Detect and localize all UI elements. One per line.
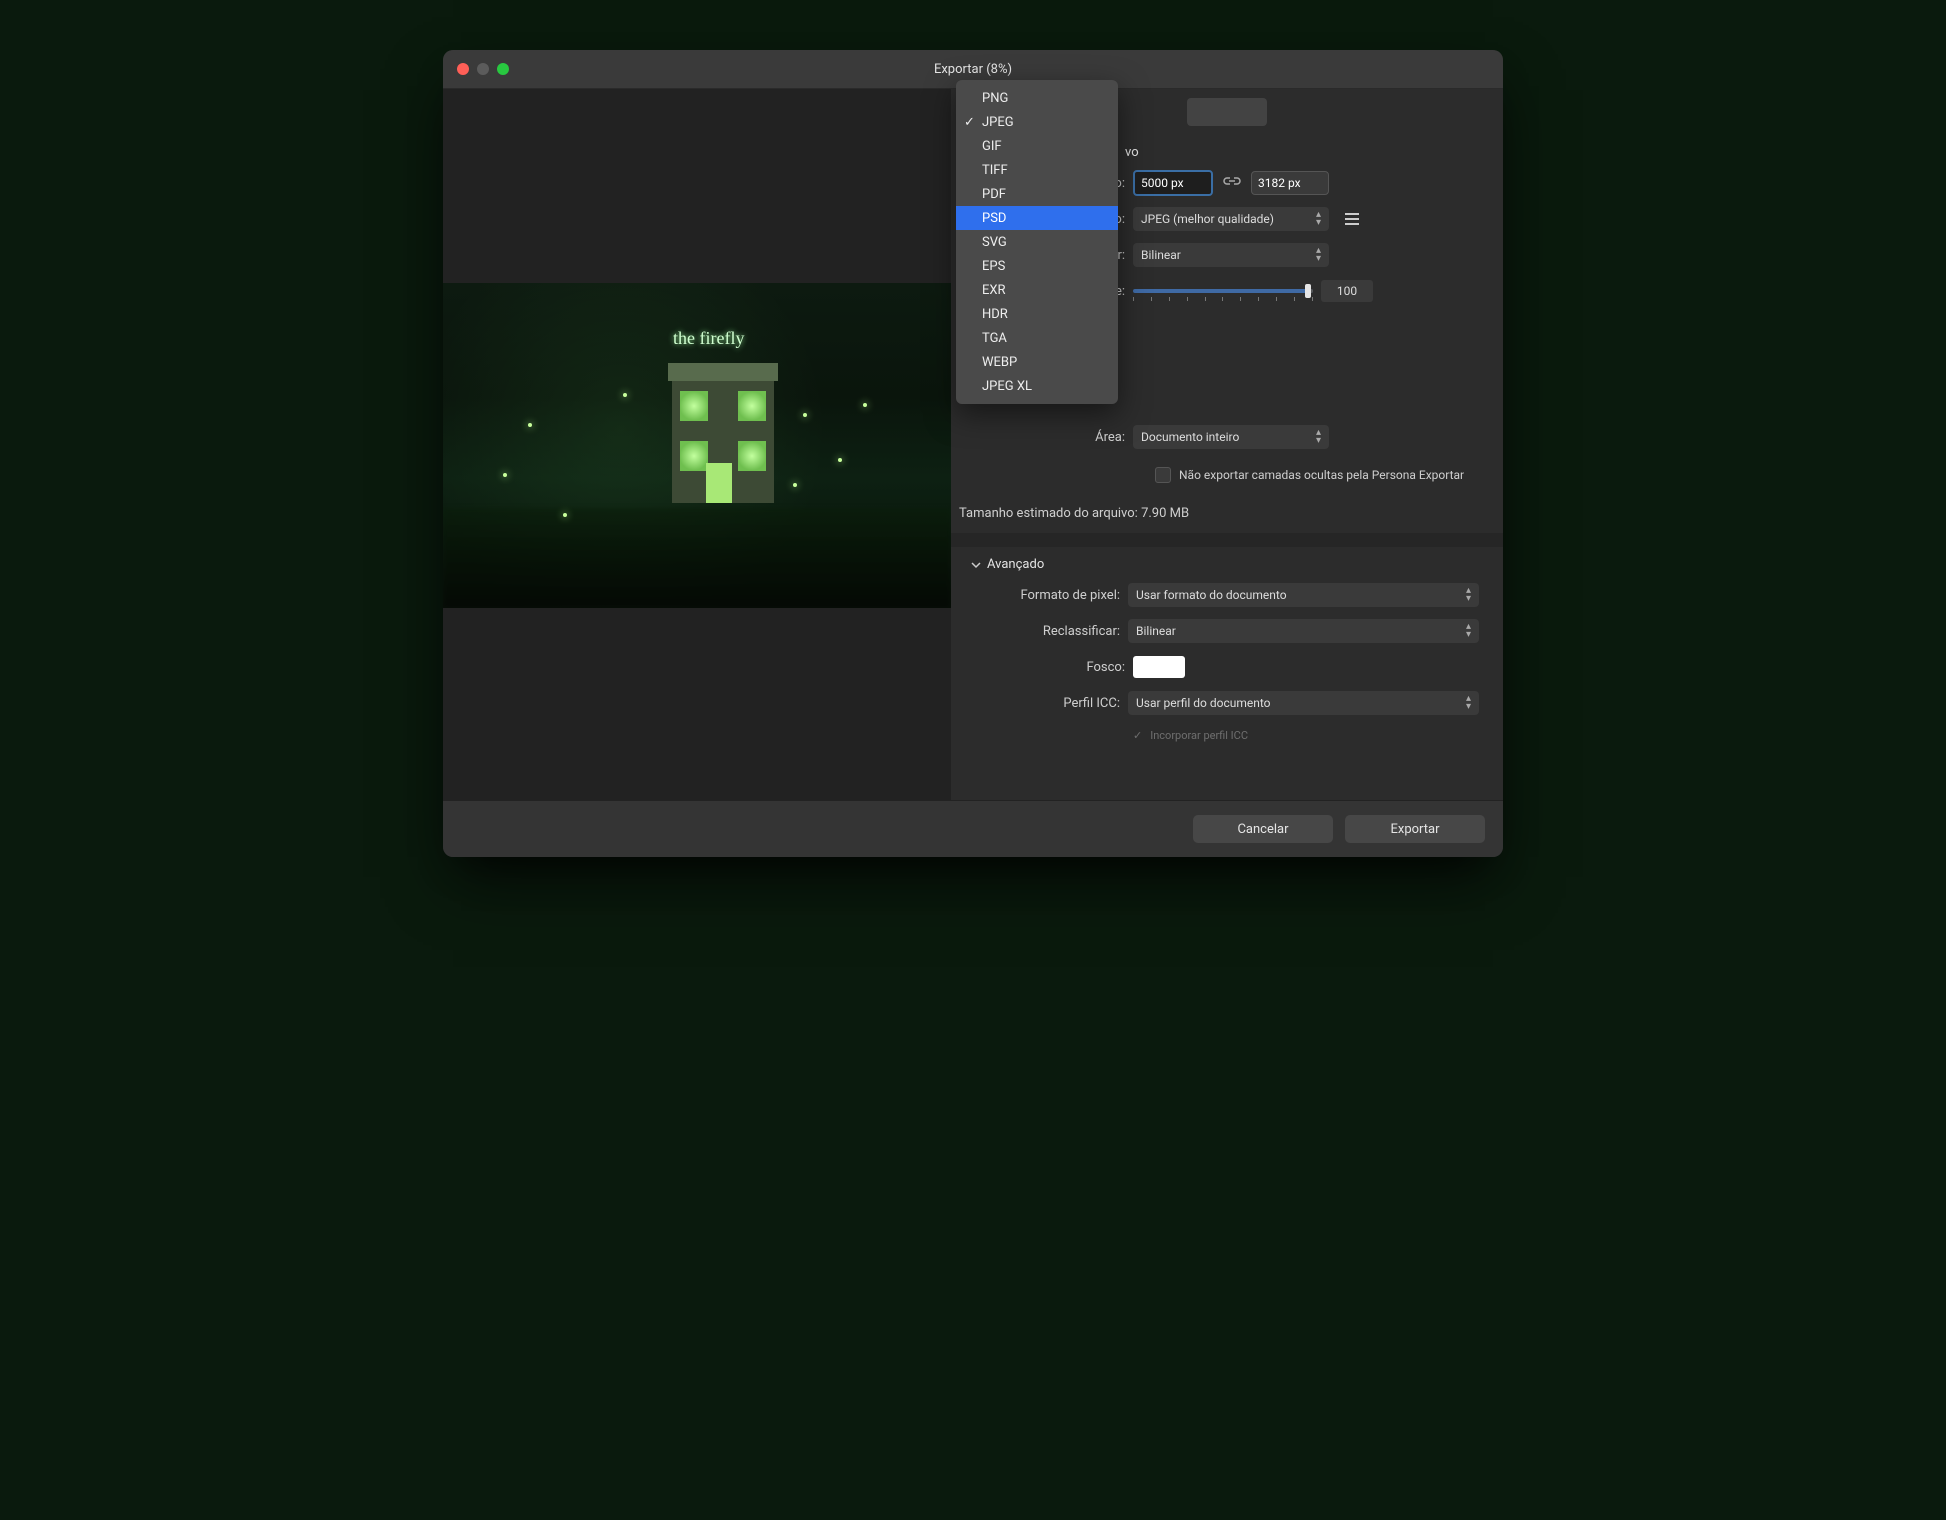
format-option-webp[interactable]: WEBP: [956, 350, 1118, 374]
chevron-updown-icon: ▴▾: [1316, 429, 1321, 445]
estimated-size: Tamanho estimado do arquivo: 7.90 MB: [955, 498, 1479, 533]
matte-label: Fosco:: [975, 660, 1133, 675]
chevron-updown-icon: ▴▾: [1316, 211, 1321, 227]
height-input[interactable]: 3182 px: [1251, 171, 1329, 195]
format-option-tiff[interactable]: TIFF: [956, 158, 1118, 182]
format-option-jpeg-xl[interactable]: JPEG XL: [956, 374, 1118, 398]
dialog-footer: Cancelar Exportar: [443, 800, 1503, 857]
format-option-eps[interactable]: EPS: [956, 254, 1118, 278]
checkbox-icon: [1155, 467, 1171, 483]
cancel-button[interactable]: Cancelar: [1193, 815, 1333, 843]
embed-icc-checkbox[interactable]: ✓ Incorporar perfil ICC: [1133, 729, 1248, 742]
quality-slider[interactable]: [1133, 289, 1313, 293]
tab-placeholder[interactable]: [1187, 98, 1267, 126]
format-option-tga[interactable]: TGA: [956, 326, 1118, 350]
preset-menu-icon[interactable]: [1345, 213, 1359, 225]
width-input[interactable]: 5000 px: [1133, 170, 1213, 196]
matte-color-swatch[interactable]: [1133, 656, 1185, 678]
format-option-psd[interactable]: PSD: [956, 206, 1118, 230]
reclassify-label: Reclassificar:: [975, 624, 1128, 639]
preview-image: the firefly: [443, 283, 951, 608]
icc-select[interactable]: Usar perfil do documento▴▾: [1128, 691, 1479, 715]
area-select[interactable]: Documento inteiro ▴▾: [1133, 425, 1329, 449]
advanced-disclosure[interactable]: Avançado: [971, 557, 1479, 572]
export-button[interactable]: Exportar: [1345, 815, 1485, 843]
pixel-format-label: Formato de pixel:: [975, 588, 1128, 603]
preset-select[interactable]: JPEG (melhor qualidade) ▴▾: [1133, 207, 1329, 231]
hidden-layers-checkbox[interactable]: Não exportar camadas ocultas pela Person…: [1155, 467, 1464, 483]
link-icon[interactable]: [1221, 174, 1243, 192]
format-option-jpeg[interactable]: JPEG: [956, 110, 1118, 134]
format-dropdown-menu: PNGJPEGGIFTIFFPDFPSDSVGEPSEXRHDRTGAWEBPJ…: [956, 80, 1118, 404]
window-title: Exportar (8%): [443, 62, 1503, 77]
resample-select[interactable]: Bilinear ▴▾: [1133, 243, 1329, 267]
format-option-gif[interactable]: GIF: [956, 134, 1118, 158]
quality-value[interactable]: 100: [1321, 280, 1373, 302]
reclassify-select[interactable]: Bilinear▴▾: [1128, 619, 1479, 643]
chevron-down-icon: [971, 560, 981, 570]
export-dialog: Exportar (8%) the firefly: [443, 50, 1503, 857]
format-option-png[interactable]: PNG: [956, 86, 1118, 110]
format-option-exr[interactable]: EXR: [956, 278, 1118, 302]
preview-pane: the firefly: [443, 89, 951, 800]
icc-label: Perfil ICC:: [975, 696, 1128, 711]
chevron-updown-icon: ▴▾: [1316, 247, 1321, 263]
pixel-format-select[interactable]: Usar formato do documento▴▾: [1128, 583, 1479, 607]
area-label: Área:: [975, 430, 1133, 445]
format-option-hdr[interactable]: HDR: [956, 302, 1118, 326]
format-option-pdf[interactable]: PDF: [956, 182, 1118, 206]
format-option-svg[interactable]: SVG: [956, 230, 1118, 254]
preview-sign: the firefly: [673, 328, 744, 349]
